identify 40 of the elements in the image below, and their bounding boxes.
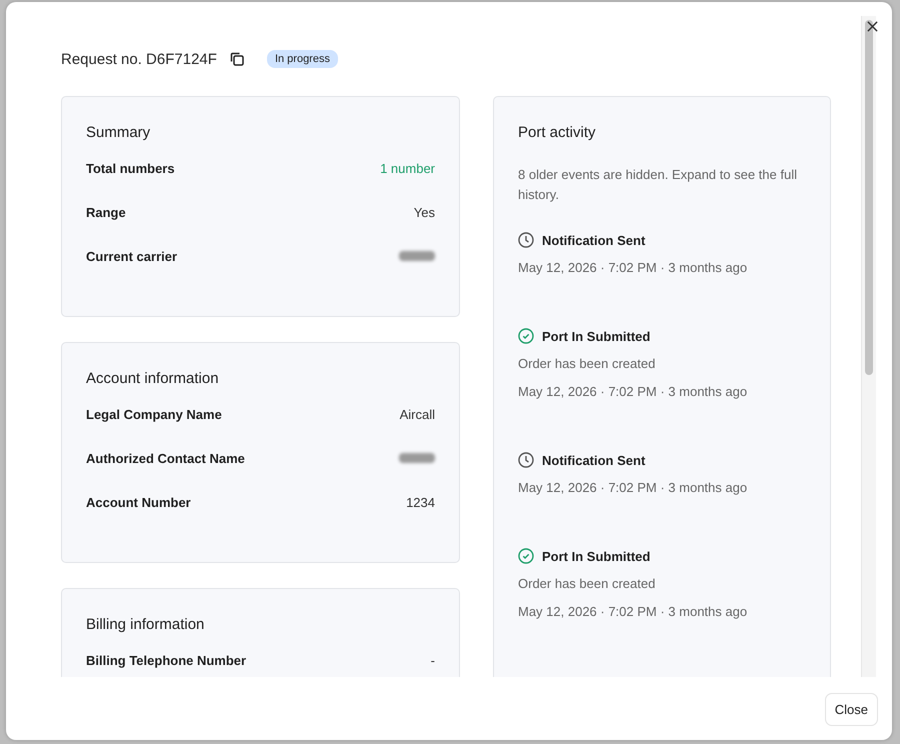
field-value: Yes <box>414 204 435 220</box>
clock-icon <box>518 452 534 468</box>
redacted-value <box>399 251 435 261</box>
event-time: May 12, 2026 · 7:02 PM · 3 months ago <box>518 383 748 401</box>
field-value: 1234 <box>406 494 435 510</box>
section-title: Port activity <box>518 123 597 143</box>
clock-icon <box>518 232 534 248</box>
field-value: Aircall <box>400 406 435 422</box>
event-title: Notification Sent <box>542 232 646 248</box>
field-label: Account Number <box>86 494 191 510</box>
event-time: May 12, 2026 · 7:02 PM · 3 months ago <box>518 479 748 497</box>
field-label: Billing Telephone Number <box>86 652 246 668</box>
field-label: Current carrier <box>86 248 178 264</box>
event-time: May 12, 2026 · 7:02 PM · 3 months ago <box>518 603 748 621</box>
section-title: Billing information <box>86 615 206 635</box>
event-title: Port In Submitted <box>542 548 650 564</box>
field-label: Authorized Contact Name <box>86 450 245 466</box>
field-label: Total numbers <box>86 160 175 176</box>
close-button[interactable]: Close <box>824 692 878 726</box>
event-time: May 12, 2026 · 7:02 PM · 3 months ago <box>518 259 748 277</box>
event-description: Order has been created <box>518 355 656 373</box>
field-value: - <box>430 652 435 668</box>
request-title: Request no. D6F7124F <box>61 50 217 68</box>
event-description: Order has been created <box>518 575 656 593</box>
check-circle-icon <box>518 328 534 344</box>
close-icon[interactable] <box>867 21 878 32</box>
status-badge: In progress <box>266 50 338 68</box>
hidden-events-note: 8 older events are hidden. Expand to see the full history. <box>518 166 798 204</box>
event-title: Notification Sent <box>542 452 646 468</box>
scrollbar-thumb[interactable] <box>865 20 873 375</box>
event-title: Port In Submitted <box>542 328 650 344</box>
section-title: Account information <box>86 369 220 389</box>
copy-icon[interactable] <box>228 51 245 67</box>
check-circle-icon <box>518 548 534 564</box>
field-value: 1 number <box>380 160 435 176</box>
redacted-value <box>399 453 435 463</box>
field-label: Legal Company Name <box>86 406 222 422</box>
field-label: Range <box>86 204 126 220</box>
scrollbar[interactable] <box>861 16 876 677</box>
section-title: Summary <box>86 123 152 143</box>
